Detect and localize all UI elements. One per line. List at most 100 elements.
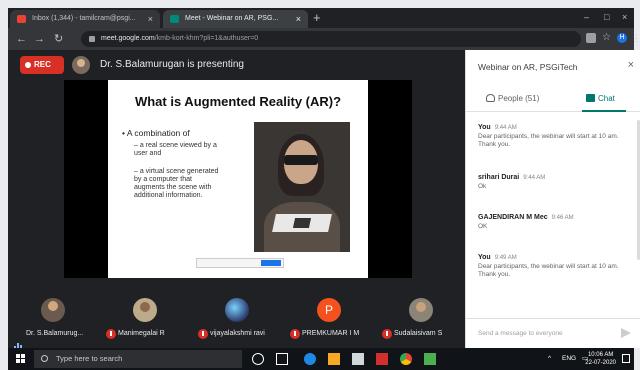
- message-text: Ok: [478, 183, 487, 190]
- profile-avatar[interactable]: H: [617, 33, 627, 43]
- slide-next-button[interactable]: [261, 260, 281, 266]
- task-view-icon[interactable]: [276, 353, 288, 365]
- close-window-button[interactable]: ×: [622, 12, 627, 22]
- message-sender: srihari Durai: [478, 174, 520, 181]
- tab-title: Inbox (1,344) - tamilcram@psgi...: [32, 15, 136, 22]
- chrome-icon[interactable]: [400, 353, 412, 365]
- avatar: [133, 298, 157, 322]
- people-icon: [486, 94, 495, 102]
- new-tab-button[interactable]: +: [313, 10, 321, 26]
- slide-subpoint: – a virtual scene generated by a compute…: [134, 168, 219, 199]
- slide-subpoint: – a real scene viewed by a user and: [134, 142, 217, 157]
- message-text: Dear participants, the webinar will star…: [478, 263, 619, 278]
- participant-tile[interactable]: Dr. S.Balamurug...: [12, 296, 94, 349]
- message-sender: You: [478, 254, 491, 261]
- meet-icon: [170, 15, 179, 23]
- slide-bullet: • A combination of: [122, 128, 190, 138]
- panel-title: Webinar on AR, PSGiTech: [478, 62, 578, 72]
- tab-title: Meet - Webinar on AR, PSG...: [185, 15, 279, 22]
- participant-name: Dr. S.Balamurug...: [26, 330, 84, 337]
- message-sender: GAJENDIRAN M Mec: [478, 214, 548, 221]
- message-time: 9:44 AM: [523, 175, 546, 181]
- participant-name: vijayalakshmi ravi: [210, 330, 265, 337]
- presenting-banner: Dr. S.Balamurugan is presenting: [100, 59, 244, 70]
- avatar: [409, 298, 433, 322]
- language-indicator[interactable]: ENG: [562, 348, 576, 370]
- presenter-avatar: [72, 56, 90, 74]
- tab-close-icon[interactable]: ×: [148, 10, 153, 28]
- slide-controls[interactable]: [196, 258, 284, 268]
- cortana-icon[interactable]: [252, 353, 264, 365]
- windows-start-icon[interactable]: [16, 354, 26, 364]
- slide-title: What is Augmented Reality (AR)?: [134, 94, 342, 109]
- active-tab-indicator: [582, 110, 626, 112]
- url-path: /kmb-kort-khm?pli=1&authuser=0: [154, 35, 259, 42]
- edge-icon[interactable]: [304, 353, 316, 365]
- back-arrow-icon[interactable]: ←: [16, 32, 27, 46]
- address-bar[interactable]: meet.google.com/kmb-kort-khm?pli=1&authu…: [81, 31, 581, 47]
- camera-icon[interactable]: [586, 33, 596, 43]
- message-time: 9:46 AM: [551, 215, 574, 221]
- message-sender: You: [478, 124, 491, 131]
- participant-name: PREMKUMAR I M: [302, 330, 360, 337]
- forward-arrow-icon[interactable]: →: [34, 32, 45, 46]
- minimize-button[interactable]: –: [584, 12, 589, 22]
- browser-tabbar: Inbox (1,344) - tamilcram@psgi... × Meet…: [8, 8, 634, 28]
- rec-badge: REC: [20, 56, 64, 74]
- office-icon[interactable]: [376, 353, 388, 365]
- reload-icon[interactable]: ↻: [54, 32, 63, 46]
- chat-message: You 9:49 AM Dear participants, the webina…: [478, 254, 633, 279]
- store-icon[interactable]: [352, 353, 364, 365]
- tray-chevron-icon[interactable]: ^: [548, 348, 551, 370]
- notification-icon[interactable]: [622, 354, 630, 363]
- message-time: 9:49 AM: [494, 255, 517, 261]
- browser-toolbar: ← → ↻ meet.google.com/kmb-kort-khm?pli=1…: [8, 28, 640, 50]
- meet-stage: REC Dr. S.Balamurugan is presenting What…: [8, 50, 465, 349]
- presentation-screen[interactable]: What is Augmented Reality (AR)? • A comb…: [64, 80, 412, 278]
- taskbar-search[interactable]: Type here to search: [34, 350, 242, 368]
- tab-close-icon[interactable]: ×: [296, 10, 301, 28]
- clock[interactable]: 10:06 AM 22-07-2020: [585, 351, 616, 367]
- menu-kebab-icon[interactable]: ⋮: [632, 33, 640, 43]
- tab-people[interactable]: People (51): [486, 94, 539, 103]
- chat-message: GAJENDIRAN M Mec 9:46 AM OK: [478, 214, 633, 231]
- taskbar: Type here to search ^ ENG ▭ 10:06 AM 22-…: [8, 348, 634, 370]
- lock-icon: [89, 36, 95, 42]
- url-host: meet.google.com: [101, 35, 155, 42]
- participant-name: Sudalaisivam S: [394, 330, 443, 337]
- gmail-icon: [17, 15, 26, 23]
- star-icon[interactable]: ☆: [602, 33, 612, 43]
- tab-chat[interactable]: Chat: [586, 94, 615, 103]
- screen: Inbox (1,344) - tamilcram@psgi... × Meet…: [0, 0, 640, 370]
- chat-panel: Webinar on AR, PSGiTech × People (51) Ch…: [465, 50, 640, 348]
- rec-label: REC: [34, 60, 51, 69]
- message-text: Dear participants, the webinar will star…: [478, 133, 619, 148]
- participant-name: Manimegalai R: [118, 330, 165, 337]
- app-icon[interactable]: [424, 353, 436, 365]
- close-icon[interactable]: ×: [628, 59, 634, 71]
- chat-message: srihari Durai 9:44 AM Ok: [478, 174, 633, 191]
- file-explorer-icon[interactable]: [328, 353, 340, 365]
- search-placeholder: Type here to search: [56, 354, 123, 363]
- chat-icon: [586, 94, 595, 102]
- participant-tile[interactable]: Manimegalai R: [104, 296, 186, 346]
- message-time: 9:44 AM: [494, 125, 517, 131]
- chat-input[interactable]: Send a message to everyone: [478, 330, 563, 337]
- tab-meet[interactable]: Meet - Webinar on AR, PSG... ×: [163, 10, 308, 28]
- avatar: [225, 298, 249, 322]
- maximize-button[interactable]: □: [604, 12, 609, 22]
- slide: What is Augmented Reality (AR)? • A comb…: [108, 80, 368, 278]
- tab-inbox[interactable]: Inbox (1,344) - tamilcram@psgi... ×: [10, 10, 160, 28]
- send-icon[interactable]: [621, 328, 631, 338]
- message-text: OK: [478, 223, 488, 230]
- clock-time: 10:06 AM: [587, 352, 614, 358]
- panel-tabs: People (51) Chat: [466, 88, 640, 112]
- clock-date: 22-07-2020: [585, 360, 616, 366]
- chat-input-area: Send a message to everyone: [466, 318, 640, 348]
- record-dot-icon: [25, 62, 31, 68]
- avatar-initial: P: [317, 298, 341, 322]
- participant-tile[interactable]: Sudalaisivam S: [380, 296, 462, 346]
- participant-tile[interactable]: vijayalakshmi ravi: [196, 296, 278, 346]
- participant-tile[interactable]: P PREMKUMAR I M: [288, 296, 370, 346]
- search-icon: [41, 355, 48, 362]
